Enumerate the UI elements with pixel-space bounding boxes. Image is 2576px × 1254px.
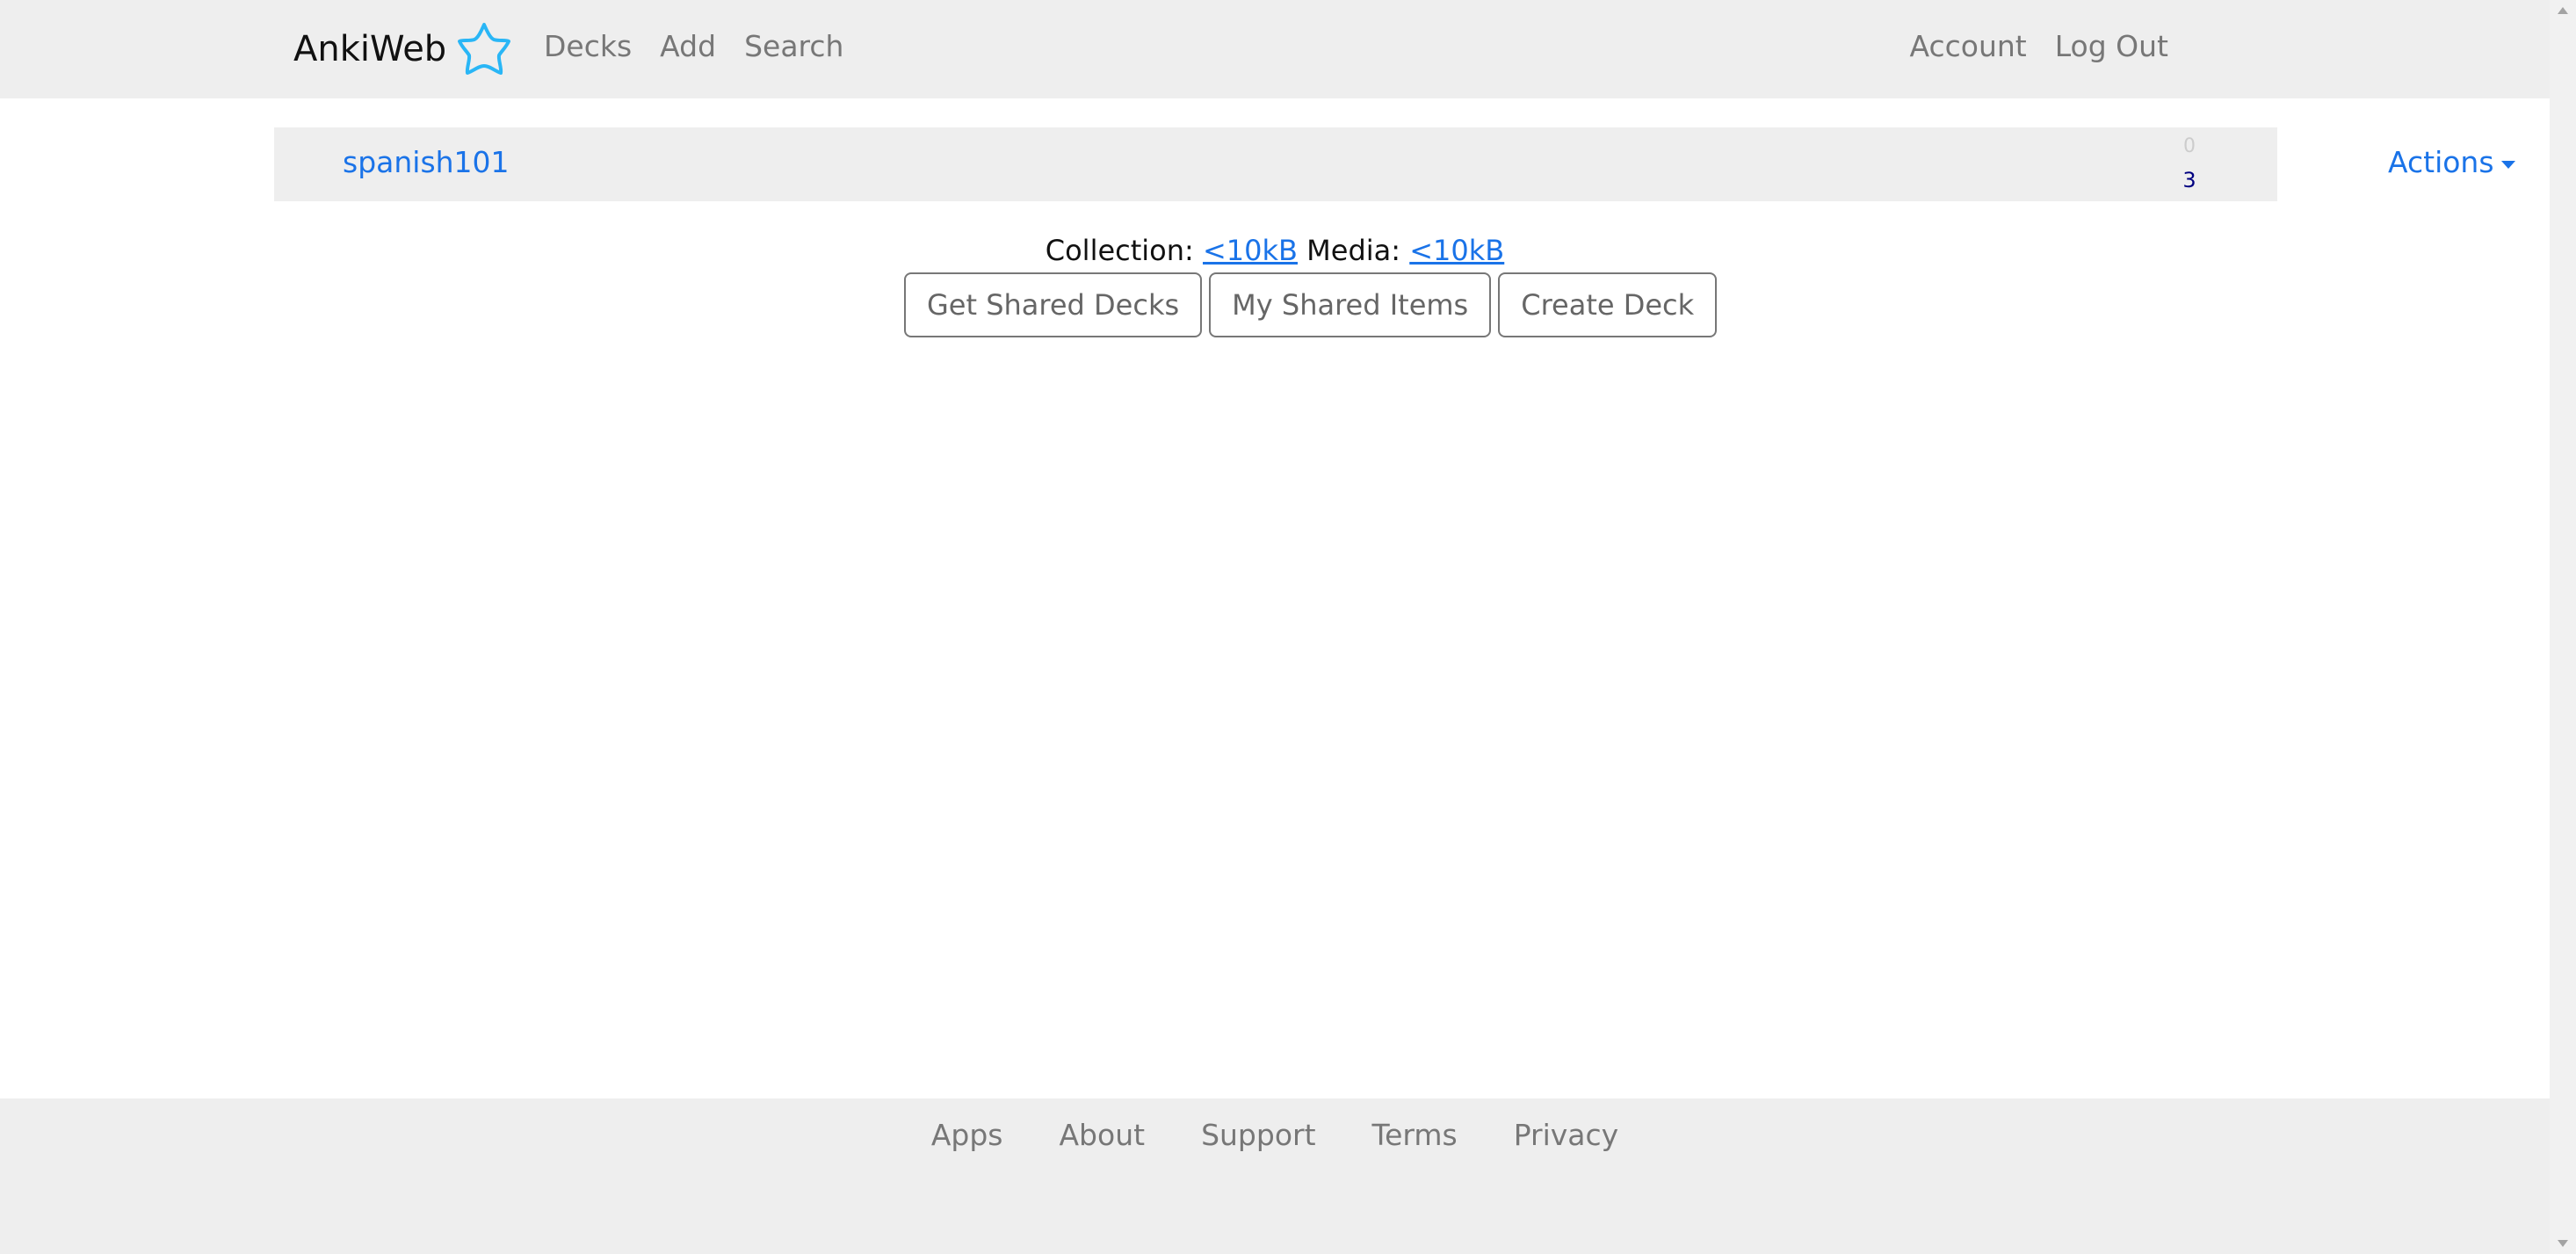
nav-main-links: Decks Add Search <box>544 26 857 67</box>
collection-size-info: Collection: <10kB Media: <10kB <box>0 230 2550 271</box>
media-label: Media: <box>1306 234 1401 267</box>
footer-links: Apps About Support Terms Privacy <box>0 1116 2550 1155</box>
brand-name: AnkiWeb <box>293 29 447 69</box>
brand-logo-link[interactable]: AnkiWeb <box>293 19 513 79</box>
deck-actions-dropdown[interactable]: Actions <box>2388 143 2515 182</box>
my-shared-items-button[interactable]: My Shared Items <box>1209 272 1492 337</box>
deck-button-group: Get Shared Decks My Shared Items Create … <box>904 272 1718 337</box>
vertical-scrollbar[interactable] <box>2550 0 2576 1254</box>
footer: Apps About Support Terms Privacy <box>0 1098 2550 1254</box>
actions-label: Actions <box>2388 145 2494 179</box>
deck-new-count: 3 <box>2182 168 2196 192</box>
nav-decks-link[interactable]: Decks <box>544 26 646 67</box>
deck-row: spanish101 0 3 Actions <box>274 127 2515 201</box>
footer-about-link[interactable]: About <box>1059 1116 1145 1155</box>
collection-size-link[interactable]: <10kB <box>1203 234 1298 267</box>
page: AnkiWeb Decks Add Search Account Log Out… <box>0 0 2550 1254</box>
nav-account-link[interactable]: Account <box>1895 26 2040 67</box>
nav-logout-link[interactable]: Log Out <box>2041 26 2168 67</box>
top-navbar: AnkiWeb Decks Add Search Account Log Out <box>0 0 2550 98</box>
deck-name-link[interactable]: spanish101 <box>343 143 510 182</box>
footer-privacy-link[interactable]: Privacy <box>1514 1116 1618 1155</box>
nav-add-link[interactable]: Add <box>646 26 730 67</box>
nav-account-links: Account Log Out <box>1895 26 2168 67</box>
footer-support-link[interactable]: Support <box>1201 1116 1315 1155</box>
caret-down-icon <box>2500 160 2515 169</box>
anki-star-icon <box>458 23 511 75</box>
create-deck-button[interactable]: Create Deck <box>1498 272 1718 337</box>
deck-due-count: 0 <box>2183 135 2196 157</box>
get-shared-decks-button[interactable]: Get Shared Decks <box>904 272 1203 337</box>
collection-label: Collection: <box>1045 234 1194 267</box>
scroll-down-arrow-icon[interactable] <box>2558 1240 2568 1247</box>
nav-search-link[interactable]: Search <box>730 26 857 67</box>
scroll-up-arrow-icon[interactable] <box>2558 7 2568 14</box>
footer-apps-link[interactable]: Apps <box>931 1116 1003 1155</box>
media-size-link[interactable]: <10kB <box>1409 234 1504 267</box>
footer-terms-link[interactable]: Terms <box>1372 1116 1458 1155</box>
